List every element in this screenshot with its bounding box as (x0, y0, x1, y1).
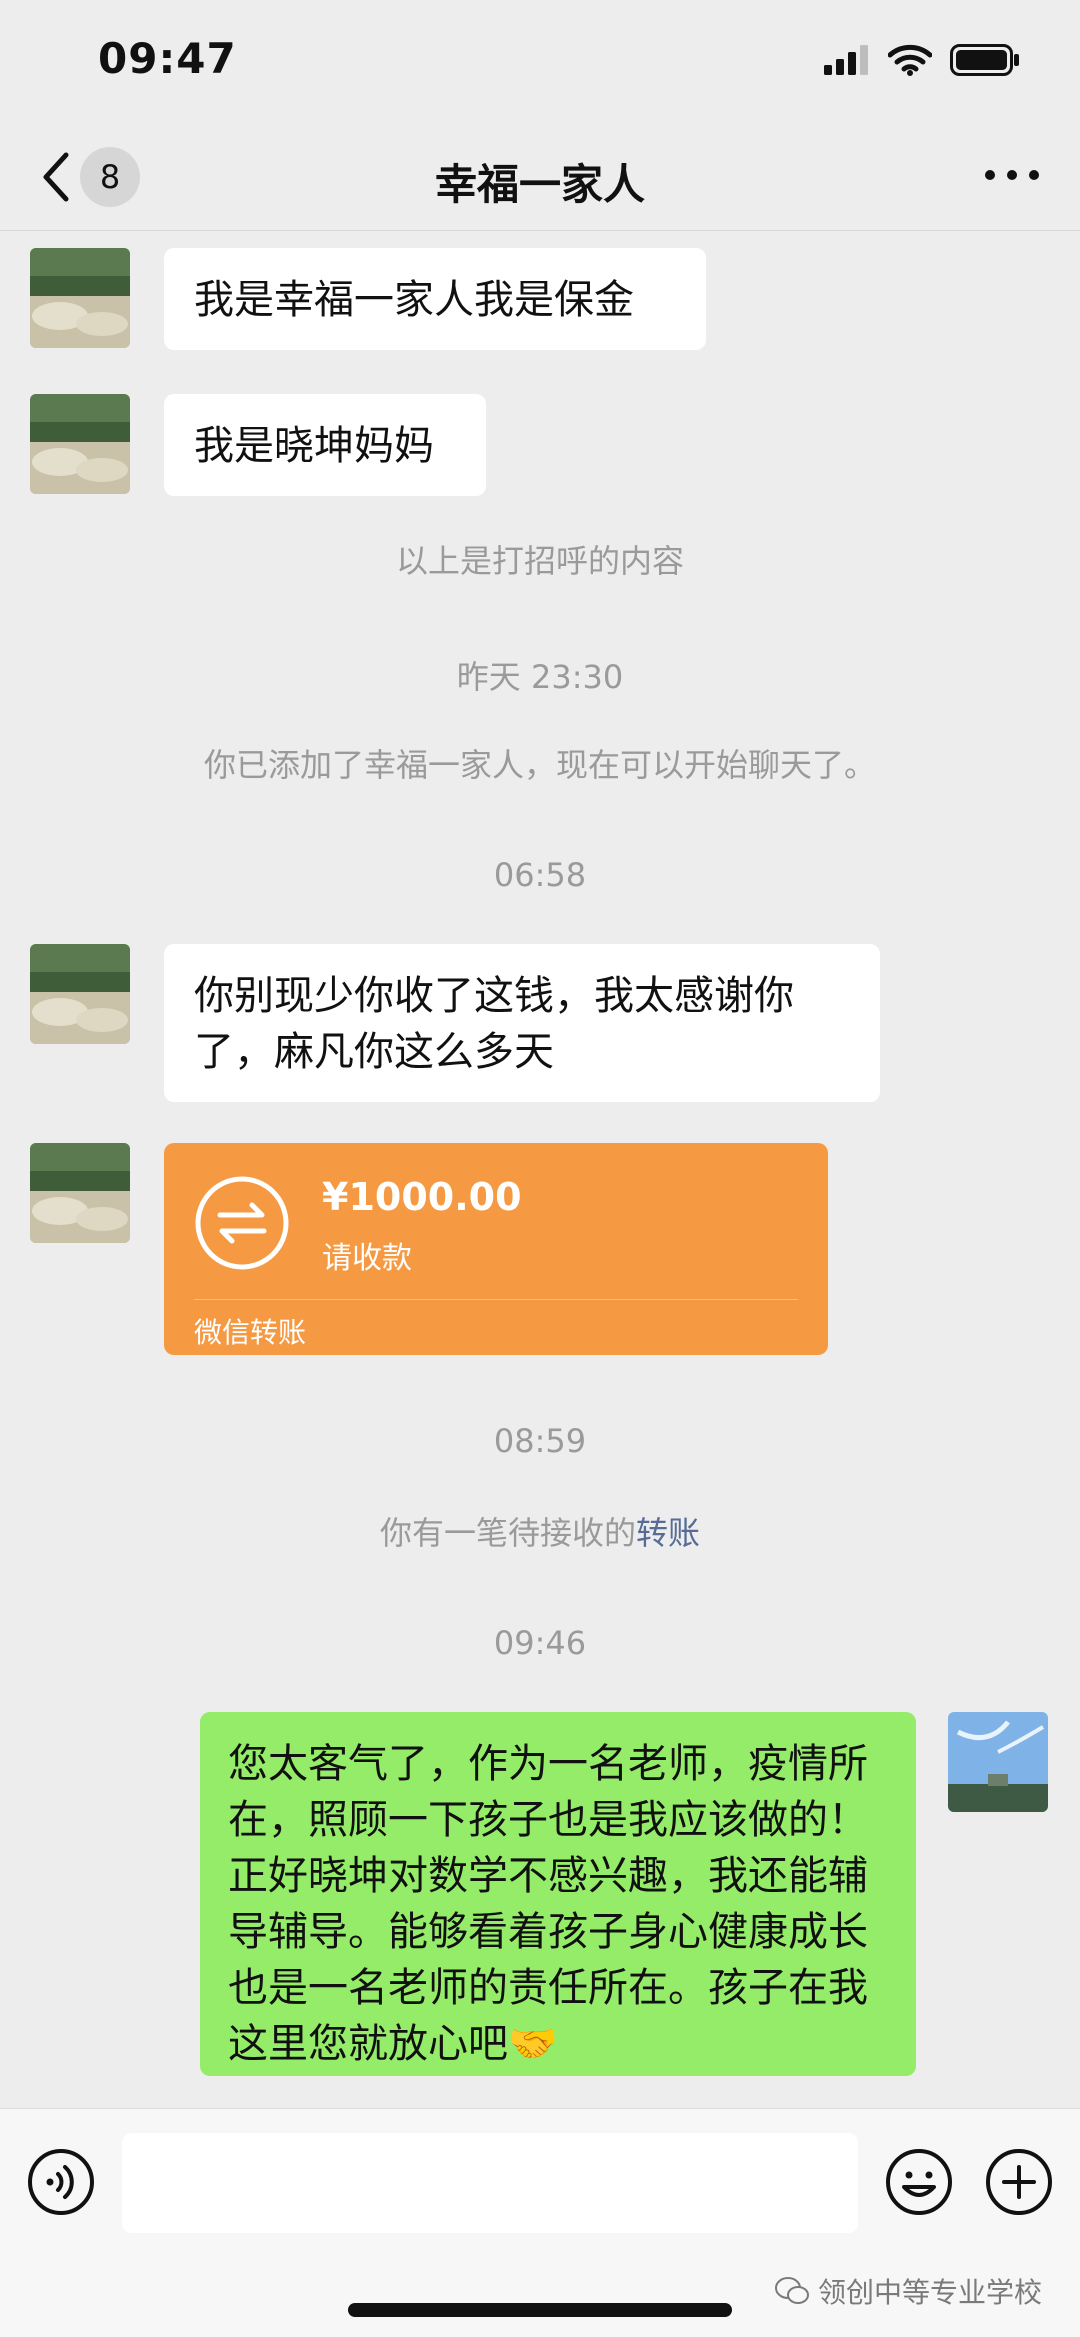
wechat-logo-icon (774, 2277, 809, 2304)
contact-avatar[interactable] (30, 944, 130, 1044)
more-options-icon[interactable] (982, 155, 1042, 195)
watermark-text: 领创中等专业学校 (817, 2276, 1042, 2309)
voice-input-icon[interactable] (26, 2147, 96, 2217)
message-text: 我是幸福一家人我是保金 (194, 277, 634, 323)
transfer-amount: ¥1000.00 (322, 1175, 522, 1219)
transfer-arrows-icon (195, 1176, 289, 1270)
timestamp: 06:58 (493, 856, 587, 894)
status-icons (824, 44, 1020, 76)
greeting-note: 以上是打招呼的内容 (395, 542, 684, 580)
message-text: 我是晓坤妈妈 (194, 423, 434, 469)
transfer-status: 请收款 (322, 1241, 412, 1276)
contact-avatar[interactable] (30, 1143, 130, 1243)
message-bubble-incoming[interactable]: 你别现少你收了这钱，我太感谢你了，麻凡你这么多天 (164, 944, 880, 1102)
wifi-icon (888, 44, 932, 76)
chat-title: 幸福一家人 (434, 160, 645, 209)
message-input[interactable] (122, 2133, 858, 2233)
message-bubble-incoming[interactable]: 我是幸福一家人我是保金 (164, 248, 706, 350)
watermark: 领创中等专业学校 (774, 2271, 1042, 2311)
message-bubble-incoming[interactable]: 我是晓坤妈妈 (164, 394, 486, 496)
transfer-divider (194, 1299, 798, 1300)
status-time: 09:47 (98, 34, 237, 83)
emoji-icon[interactable] (884, 2147, 954, 2217)
message-bubble-outgoing[interactable]: 您太客气了，作为一名老师，疫情所在，照顾一下孩子也是我应该做的！正好晓坤对数学不… (200, 1712, 916, 2076)
signal-icon (824, 45, 868, 75)
contact-avatar[interactable] (30, 394, 130, 494)
timestamp: 09:46 (493, 1624, 587, 1662)
home-indicator (348, 2303, 732, 2317)
contact-avatar[interactable] (30, 248, 130, 348)
timestamp: 昨天 23:30 (456, 658, 624, 696)
timestamp: 08:59 (493, 1422, 587, 1460)
my-avatar[interactable] (948, 1712, 1048, 1812)
message-text: 你别现少你收了这钱，我太感谢你了，麻凡你这么多天 (194, 973, 794, 1075)
status-bar: 09:47 (0, 0, 1080, 125)
add-plus-icon[interactable] (984, 2147, 1054, 2217)
transfer-link[interactable]: 转账 (636, 1514, 700, 1552)
message-text: 您太客气了，作为一名老师，疫情所在，照顾一下孩子也是我应该做的！正好晓坤对数学不… (228, 1741, 868, 2067)
pending-transfer-note: 你有一笔待接收的转账 (0, 1508, 1080, 1554)
transfer-footer: 微信转账 (194, 1316, 307, 1349)
message-input-bar: 领创中等专业学校 (0, 2108, 1080, 2337)
system-message: 你已添加了幸福一家人，现在可以开始聊天了。 (203, 746, 876, 784)
chat-header: 8 幸福一家人 (0, 125, 1080, 231)
pending-transfer-text: 你有一笔待接收的 (379, 1514, 636, 1552)
transfer-card[interactable]: ¥1000.00 请收款 微信转账 (164, 1143, 828, 1355)
battery-icon (950, 44, 1019, 76)
